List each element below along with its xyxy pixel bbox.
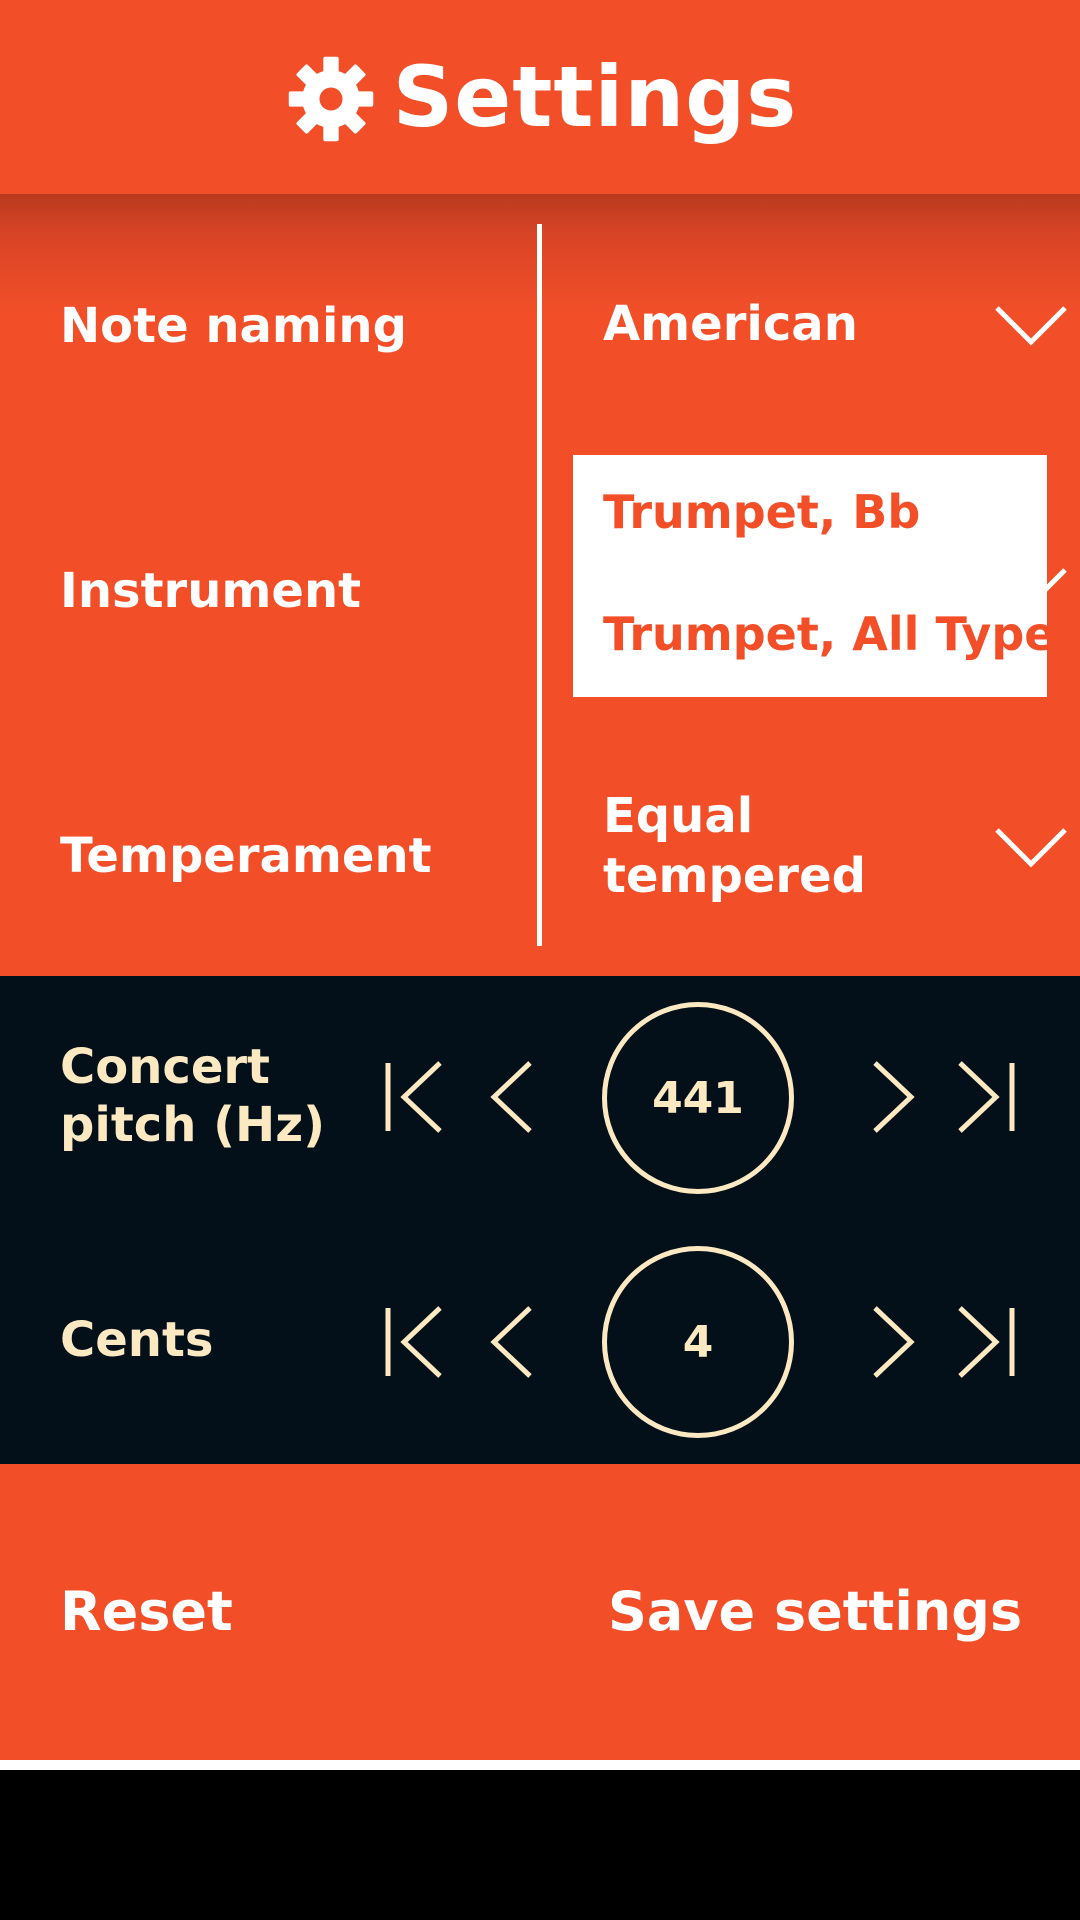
page-title: Settings <box>392 48 798 146</box>
chevron-down-icon[interactable] <box>993 302 1069 348</box>
temperament-label: Temperament <box>60 828 432 884</box>
dropdown-option-trumpet-all-types[interactable]: Trumpet, All Types <box>603 607 1080 661</box>
skip-to-max-icon[interactable] <box>950 1302 1020 1382</box>
cents-value: 4 <box>602 1246 794 1438</box>
note-naming-value[interactable]: American <box>603 294 858 354</box>
save-settings-button[interactable]: Save settings <box>608 1580 1022 1643</box>
navigation-bar-area <box>0 1770 1080 1920</box>
skip-to-min-icon[interactable] <box>380 1302 450 1382</box>
decrement-icon[interactable] <box>480 1302 550 1382</box>
divider-line <box>0 1760 1080 1770</box>
temperament-value-line2: tempered <box>603 848 867 904</box>
temperament-value-line1: Equal <box>603 788 754 844</box>
dropdown-option-trumpet-bb[interactable]: Trumpet, Bb <box>603 485 920 539</box>
skip-to-max-icon[interactable] <box>950 1057 1020 1137</box>
decrement-icon[interactable] <box>480 1057 550 1137</box>
header: Settings <box>0 0 1080 194</box>
concert-pitch-value: 441 <box>602 1002 794 1194</box>
skip-to-min-icon[interactable] <box>380 1057 450 1137</box>
action-bar: Reset Save settings <box>0 1464 1080 1760</box>
cents-label: Cents <box>60 1312 214 1368</box>
column-divider <box>537 224 542 946</box>
reset-button[interactable]: Reset <box>60 1580 233 1643</box>
note-naming-label: Note naming <box>60 298 407 354</box>
increment-icon[interactable] <box>855 1302 925 1382</box>
temperament-value[interactable]: Equal tempered <box>603 786 866 906</box>
instrument-label: Instrument <box>60 563 362 619</box>
concert-pitch-label: Concert pitch (Hz) <box>60 1039 326 1153</box>
increment-icon[interactable] <box>855 1057 925 1137</box>
gear-icon <box>288 56 373 142</box>
instrument-dropdown[interactable]: Trumpet, Bb Trumpet, All Types <box>573 455 1080 697</box>
chevron-down-icon[interactable] <box>993 824 1069 870</box>
